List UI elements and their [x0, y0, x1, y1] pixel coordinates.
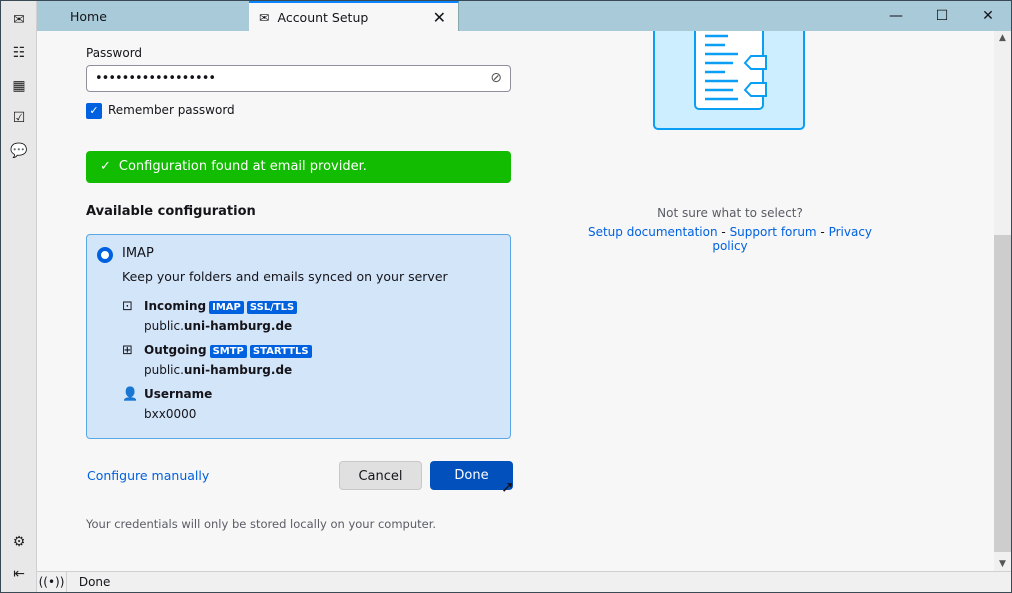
- tab-home[interactable]: Home: [37, 1, 249, 31]
- username-value: bxx0000: [144, 407, 197, 421]
- status-bar: ((•)) Done: [37, 571, 1011, 592]
- credentials-note: Your credentials will only be stored loc…: [86, 517, 437, 531]
- incoming-host: public.uni-hamburg.de: [144, 319, 292, 333]
- outbox-icon: ⊞: [122, 343, 133, 358]
- support-forum-link[interactable]: Support forum: [730, 225, 817, 239]
- cancel-button[interactable]: Cancel: [339, 461, 422, 490]
- badge: SSL/TLS: [246, 301, 298, 314]
- close-window-button[interactable]: ✕: [965, 1, 1011, 31]
- tab-account-setup[interactable]: ✉ Account Setup ✕: [249, 1, 459, 31]
- close-tab-icon[interactable]: ✕: [433, 8, 446, 27]
- protocol-label: IMAP: [122, 246, 154, 261]
- spaces-sidebar: ✉ ☷ ▦ ☑ 💬 ⚙ ⇤: [1, 1, 37, 592]
- host-prefix: public.: [144, 363, 184, 377]
- outgoing-row: ⊞ Outgoing SMTP STARTTLS: [122, 343, 312, 358]
- host-domain: uni-hamburg.de: [183, 319, 293, 333]
- tasks-icon[interactable]: ☑: [10, 109, 28, 127]
- mouse-cursor-icon: ➚: [501, 477, 515, 496]
- badge: IMAP: [209, 301, 244, 314]
- incoming-row: ⊡ Incoming IMAP SSL/TLS: [122, 299, 298, 314]
- collapse-sidebar-icon[interactable]: ⇤: [10, 565, 28, 583]
- scroll-down-icon[interactable]: ▼: [994, 559, 1011, 569]
- check-icon: ✓: [100, 159, 111, 174]
- protocol-description: Keep your folders and emails synced on y…: [122, 269, 448, 284]
- remember-password-checkbox[interactable]: ✓: [86, 103, 102, 119]
- configure-manually-link[interactable]: Configure manually: [87, 468, 209, 483]
- badge: STARTTLS: [249, 345, 312, 358]
- scroll-up-icon[interactable]: ▲: [994, 33, 1011, 43]
- outgoing-host: public.uni-hamburg.de: [144, 363, 292, 377]
- host-prefix: public.: [144, 319, 184, 333]
- tab-bar: Home ✉ Account Setup ✕ — ☐ ✕: [37, 1, 1011, 31]
- username-row: 👤 Username: [122, 387, 212, 402]
- help-question: Not sure what to select?: [657, 206, 803, 220]
- remember-password-label[interactable]: Remember password: [108, 103, 235, 117]
- host-domain: uni-hamburg.de: [183, 363, 293, 377]
- user-icon: 👤: [122, 387, 139, 402]
- settings-gear-icon[interactable]: ⚙: [10, 533, 28, 551]
- separator: -: [717, 225, 730, 239]
- tab-label: Home: [70, 8, 107, 24]
- maximize-button[interactable]: ☐: [919, 1, 965, 31]
- password-input[interactable]: •••••••••••••••••• ⊘: [86, 65, 511, 92]
- setup-documentation-link[interactable]: Setup documentation: [588, 225, 718, 239]
- minimize-button[interactable]: —: [873, 1, 919, 31]
- online-status-icon[interactable]: ((•)): [37, 572, 67, 592]
- username-label: Username: [144, 387, 213, 401]
- outgoing-label: Outgoing: [144, 343, 207, 357]
- help-links: Setup documentation - Support forum - Pr…: [580, 225, 880, 253]
- password-label: Password: [86, 46, 143, 60]
- banner-text: Configuration found at email provider.: [118, 159, 367, 174]
- password-value: ••••••••••••••••••: [95, 71, 216, 86]
- tab-label: Account Setup: [277, 9, 369, 25]
- chat-icon[interactable]: 💬: [10, 142, 28, 160]
- toggle-password-visibility-icon[interactable]: ⊘: [490, 66, 502, 91]
- new-mail-icon: ✉: [259, 9, 270, 25]
- imap-radio[interactable]: [97, 247, 113, 263]
- calendar-icon[interactable]: ▦: [10, 77, 28, 95]
- badge: SMTP: [209, 345, 247, 358]
- vertical-scrollbar[interactable]: ▲ ▼: [994, 31, 1011, 571]
- address-book-icon[interactable]: ☷: [10, 44, 28, 62]
- scrollbar-thumb[interactable]: [994, 235, 1011, 552]
- document-illustration: [653, 31, 805, 130]
- available-config-heading: Available configuration: [86, 204, 256, 219]
- mail-icon[interactable]: ✉: [10, 11, 28, 29]
- success-banner: ✓ Configuration found at email provider.: [86, 151, 511, 183]
- incoming-label: Incoming: [144, 299, 207, 313]
- inbox-icon: ⊡: [122, 299, 133, 314]
- status-text: Done: [78, 575, 111, 589]
- imap-config-card[interactable]: IMAP Keep your folders and emails synced…: [86, 234, 511, 439]
- separator: -: [816, 225, 829, 239]
